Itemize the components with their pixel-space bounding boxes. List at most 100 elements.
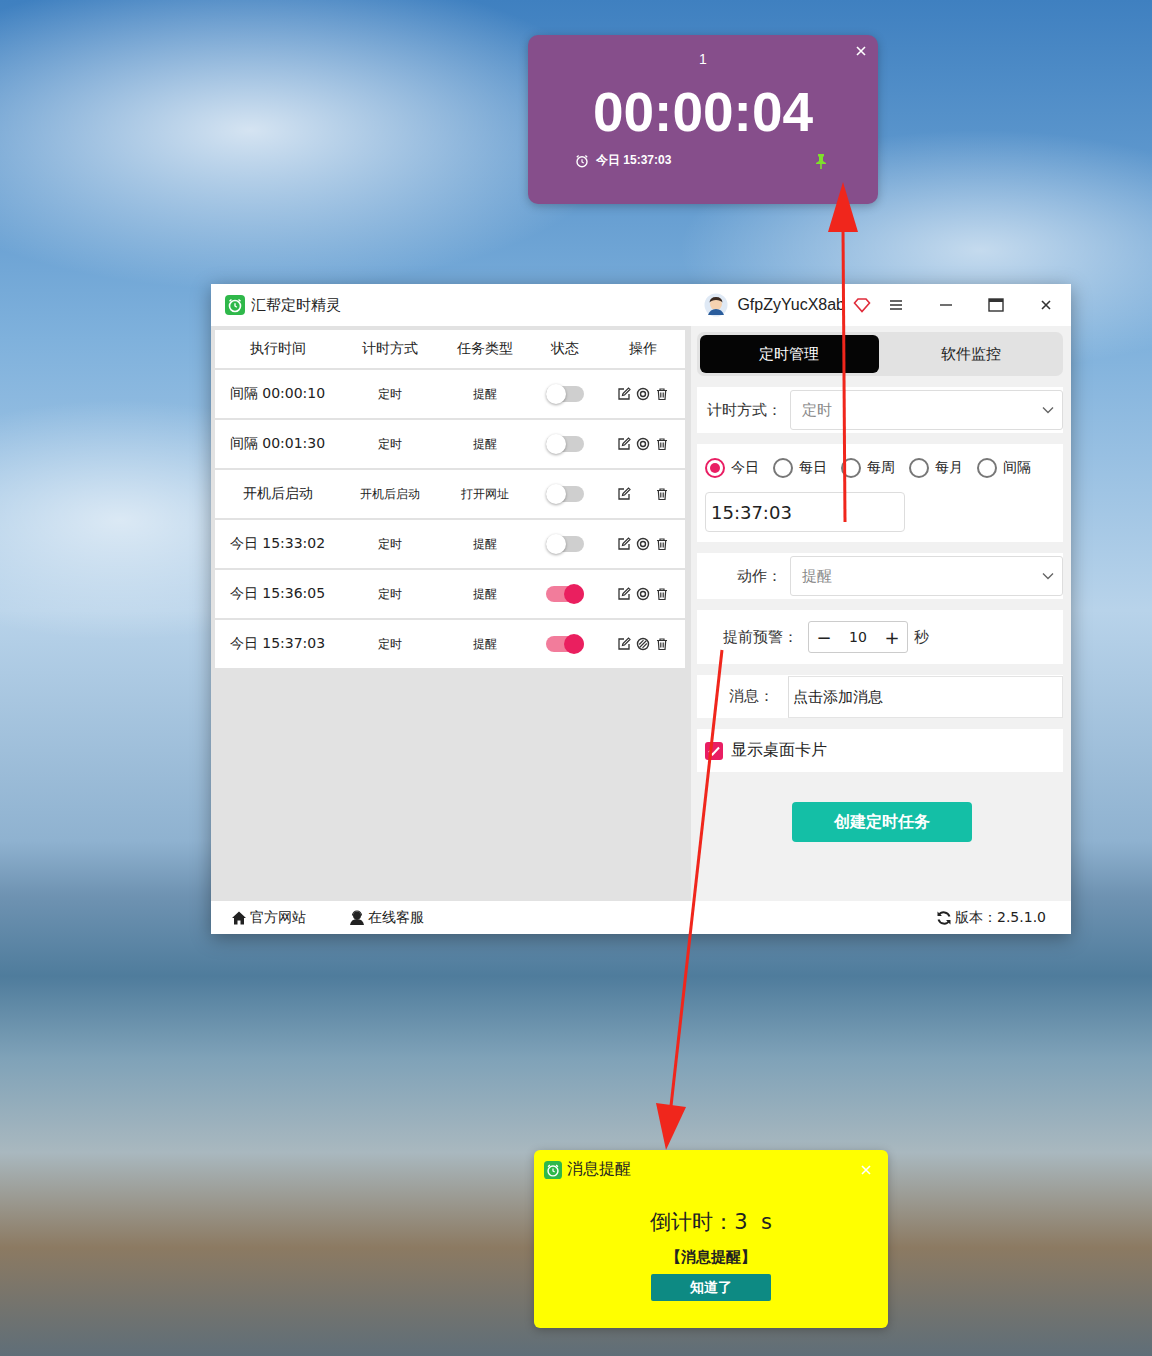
actions-cell <box>600 587 685 601</box>
desktop-card-preview-icon[interactable] <box>636 437 650 451</box>
desktop-card-preview-icon[interactable] <box>636 637 650 651</box>
timing-mode-cell: 定时 <box>340 636 440 653</box>
timing-mode-cell: 定时 <box>340 386 440 403</box>
repeat-option[interactable]: 每月 <box>909 458 963 478</box>
popup-countdown: 倒计时：3 s <box>650 1208 772 1236</box>
alarm-clock-icon <box>575 154 589 168</box>
popup-title: 消息提醒 <box>567 1159 855 1180</box>
timing-mode-cell: 定时 <box>340 536 440 553</box>
column-header: 执行时间 <box>215 340 340 358</box>
table-row[interactable]: 今日 15:36:05定时提醒 <box>215 570 685 620</box>
warning-stepper: −10+ <box>808 621 908 653</box>
action-select[interactable]: 提醒 <box>790 556 1063 596</box>
avatar-icon[interactable] <box>704 293 728 317</box>
status-toggle[interactable] <box>546 436 584 452</box>
time-input[interactable]: 15:37:03 <box>705 492 905 532</box>
edit-icon[interactable] <box>617 487 631 501</box>
close-icon[interactable] <box>855 45 867 57</box>
table-row[interactable]: 间隔 00:00:10定时提醒 <box>215 370 685 420</box>
menu-button[interactable] <box>871 284 921 326</box>
vip-diamond-icon[interactable] <box>853 297 871 313</box>
edit-icon[interactable] <box>617 437 631 451</box>
desktop-card-row[interactable]: 显示桌面卡片 <box>697 729 1063 772</box>
timing-mode-select[interactable]: 定时 <box>790 390 1063 430</box>
countdown-display: 00:00:04 <box>593 85 813 140</box>
tab[interactable]: 软件监控 <box>882 335 1061 373</box>
close-icon <box>1040 299 1052 311</box>
task-type-cell: 提醒 <box>440 386 530 403</box>
official-site-link[interactable]: 官方网站 <box>231 909 306 927</box>
acknowledge-button[interactable]: 知道了 <box>651 1274 771 1301</box>
status-toggle[interactable] <box>546 386 584 402</box>
version-text: 版本：2.5.1.0 <box>955 909 1046 927</box>
schedule-text: 今日 15:37:03 <box>596 152 671 169</box>
execute-time-cell: 间隔 00:00:10 <box>215 385 340 403</box>
status-toggle[interactable] <box>546 586 584 602</box>
trash-icon[interactable] <box>655 387 669 401</box>
card-footer: 今日 15:37:03 <box>528 152 878 169</box>
radio-button[interactable] <box>705 458 725 478</box>
radio-dot <box>778 463 788 473</box>
create-task-button[interactable]: 创建定时任务 <box>792 802 972 842</box>
pin-icon[interactable] <box>814 153 828 169</box>
trash-icon[interactable] <box>655 487 669 501</box>
repeat-option[interactable]: 每日 <box>773 458 827 478</box>
repeat-option[interactable]: 间隔 <box>977 458 1031 478</box>
minimize-button[interactable] <box>921 284 971 326</box>
action-row: 动作： 提醒 <box>697 553 1063 599</box>
task-list-panel: 执行时间计时方式任务类型状态操作间隔 00:00:10定时提醒间隔 00:01:… <box>211 326 691 901</box>
decrement-button[interactable]: − <box>809 627 839 648</box>
trash-icon[interactable] <box>655 637 669 651</box>
column-header: 计时方式 <box>340 340 440 358</box>
status-cell <box>530 636 600 652</box>
status-bar: 官方网站 在线客服 版本：2.5.1.0 <box>211 901 1071 934</box>
status-toggle[interactable] <box>546 636 584 652</box>
execute-time-cell: 间隔 00:01:30 <box>215 435 340 453</box>
table-row[interactable]: 开机后启动开机后启动打开网址 <box>215 470 685 520</box>
edit-icon[interactable] <box>617 537 631 551</box>
username[interactable]: GfpZyYucX8ab <box>737 296 845 314</box>
message-row: 消息： <box>697 675 1063 718</box>
chevron-down-icon <box>1042 406 1054 414</box>
tab[interactable]: 定时管理 <box>700 335 879 373</box>
edit-icon[interactable] <box>617 387 631 401</box>
select-value: 提醒 <box>802 567 832 586</box>
preview-slot <box>636 437 650 451</box>
desktop-card-preview-icon[interactable] <box>636 537 650 551</box>
desktop-card-preview-icon[interactable] <box>636 387 650 401</box>
edit-icon[interactable] <box>617 637 631 651</box>
stepper-value[interactable]: 10 <box>839 629 877 645</box>
radio-button[interactable] <box>909 458 929 478</box>
field-label: 提前预警： <box>723 628 798 647</box>
toggle-knob <box>546 384 566 404</box>
radio-button[interactable] <box>977 458 997 478</box>
version-info[interactable]: 版本：2.5.1.0 <box>936 909 1046 927</box>
field-label: 动作： <box>737 567 782 586</box>
table-row[interactable]: 间隔 00:01:30定时提醒 <box>215 420 685 470</box>
execute-time-cell: 开机后启动 <box>215 485 340 503</box>
trash-icon[interactable] <box>655 437 669 451</box>
maximize-icon <box>988 298 1004 312</box>
trash-icon[interactable] <box>655 537 669 551</box>
message-input[interactable] <box>788 676 1063 718</box>
customer-service-link[interactable]: 在线客服 <box>349 909 424 927</box>
close-icon[interactable] <box>860 1164 872 1176</box>
task-type-cell: 提醒 <box>440 586 530 603</box>
table-row[interactable]: 今日 15:37:03定时提醒 <box>215 620 685 670</box>
radio-button[interactable] <box>773 458 793 478</box>
maximize-button[interactable] <box>971 284 1021 326</box>
desktop-card-checkbox[interactable] <box>705 742 723 760</box>
table-row[interactable]: 今日 15:33:02定时提醒 <box>215 520 685 570</box>
radio-button[interactable] <box>841 458 861 478</box>
desktop-countdown-card[interactable]: 100:00:04今日 15:37:03 <box>528 35 878 204</box>
desktop-card-preview-icon[interactable] <box>636 587 650 601</box>
close-button[interactable] <box>1021 284 1071 326</box>
edit-icon[interactable] <box>617 587 631 601</box>
increment-button[interactable]: + <box>877 627 907 648</box>
status-toggle[interactable] <box>546 536 584 552</box>
status-toggle[interactable] <box>546 486 584 502</box>
minimize-icon <box>939 299 953 311</box>
repeat-option[interactable]: 今日 <box>705 458 759 478</box>
trash-icon[interactable] <box>655 587 669 601</box>
repeat-option[interactable]: 每周 <box>841 458 895 478</box>
